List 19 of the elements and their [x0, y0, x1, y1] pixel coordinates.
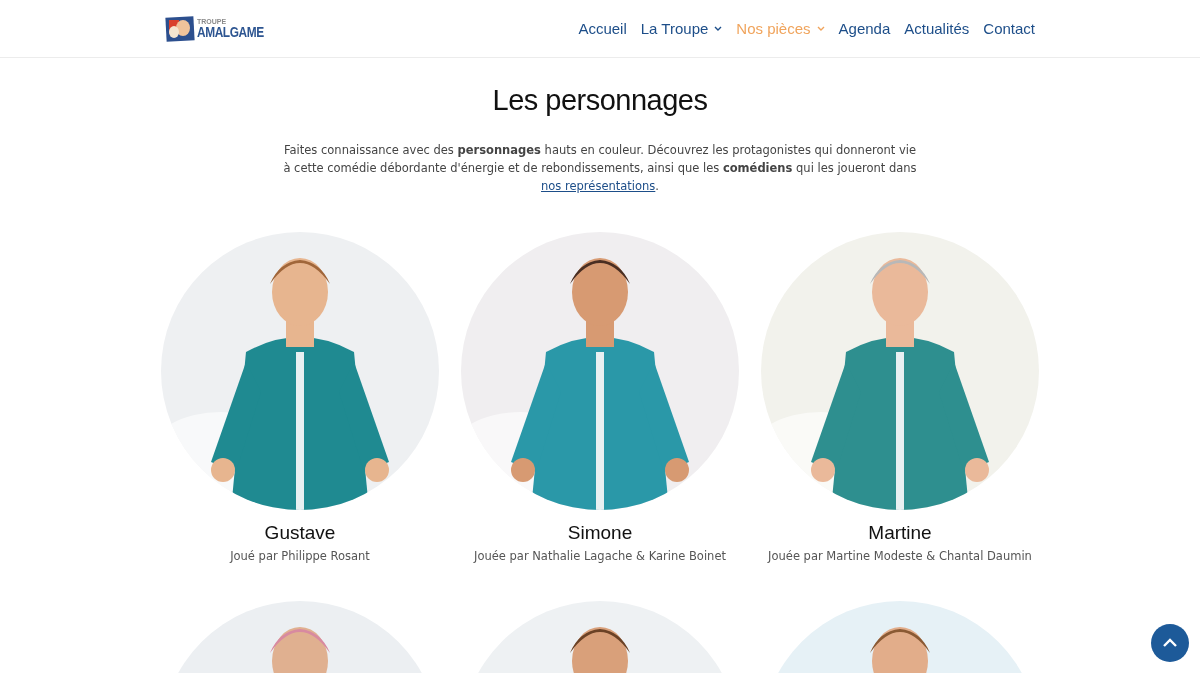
masks-icon [165, 14, 195, 43]
chevron-down-icon [816, 26, 825, 31]
back-to-top-button[interactable] [1151, 624, 1189, 662]
nav-link[interactable]: Accueil [578, 20, 627, 37]
actor-credit: Jouée par Martine Modeste & Chantal Daumin [768, 549, 1032, 563]
page-title: Les personnages [491, 84, 709, 117]
intro-paragraph: Faites connaissance avec des personnages hauts en couleur. Découvrez les protagonistes qui donneront vie à cette comédie débordante d'énergie et de rebondissements, ainsi que les comédiens qui les joueront dans nos représentations. [282, 142, 918, 195]
nav-link[interactable]: Agenda [838, 20, 891, 37]
character-name: Martine [868, 522, 932, 544]
nav-link[interactable]: La Troupe [640, 20, 723, 37]
character-name: Simone [567, 522, 633, 544]
actor-credit: Joué par Philippe Rosant [230, 549, 370, 563]
chevron-down-icon [714, 26, 723, 31]
actor-credit: Jouée par Nathalie Lagache & Karine Boinet [474, 549, 726, 563]
nav-link[interactable]: Contact [983, 20, 1035, 37]
character-name: Gustave [264, 522, 336, 544]
logo-title: AMALGAME [197, 25, 264, 39]
chevron-up-icon [1162, 638, 1178, 648]
nav-link[interactable]: Actualités [904, 20, 970, 37]
